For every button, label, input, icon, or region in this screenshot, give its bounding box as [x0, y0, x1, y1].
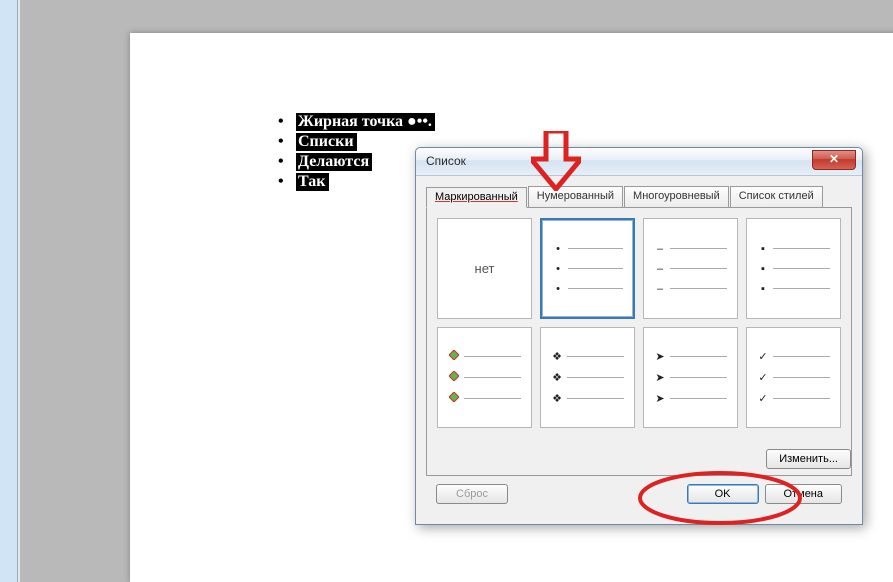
arrowhead-icon: ➤ [654, 350, 666, 363]
check-icon: ✓ [757, 350, 769, 363]
tab-list-styles[interactable]: Список стилей [730, 186, 823, 207]
reset-button[interactable]: Сброс [436, 484, 508, 504]
dialog-titlebar[interactable]: Список ✕ [416, 148, 862, 176]
close-icon: ✕ [829, 152, 839, 166]
dialog-button-row: Сброс OK Отмена [436, 484, 842, 504]
color-diamond-icon [448, 350, 460, 363]
bulleted-list[interactable]: Жирная точка ●••. Списки Делаются Так [278, 113, 435, 193]
modify-button[interactable]: Изменить... [766, 449, 851, 469]
bullet-option-disc[interactable]: • • • [540, 218, 635, 319]
dash-icon: – [654, 243, 666, 255]
list-item[interactable]: Списки [278, 133, 435, 151]
list-item[interactable]: Так [278, 173, 435, 191]
bullet-option-color-diamond[interactable] [437, 327, 532, 428]
ok-button[interactable]: OK [687, 484, 759, 504]
list-dialog: Список ✕ Маркированный Нумерованный Мног… [415, 147, 863, 525]
bullet-icon: • [552, 243, 564, 255]
cancel-button[interactable]: Отмена [765, 484, 842, 504]
bullet-option-dash[interactable]: – – – [643, 218, 738, 319]
list-item[interactable]: Делаются [278, 153, 435, 171]
annotation-arrow-icon [531, 131, 581, 191]
close-button[interactable]: ✕ [812, 150, 856, 170]
bullet-option-arrow[interactable]: ➤ ➤ ➤ [643, 327, 738, 428]
list-item-text: Списки [296, 133, 357, 151]
none-label: нет [475, 261, 495, 276]
square-icon: ▪ [757, 243, 769, 255]
diamond-icon: ❖ [551, 350, 563, 363]
bullet-option-diamond[interactable]: ❖ ❖ ❖ [540, 327, 635, 428]
dialog-tabs: Маркированный Нумерованный Многоуровневы… [426, 186, 852, 208]
bullet-option-none[interactable]: нет [437, 218, 532, 319]
list-item-text: Так [296, 173, 329, 191]
list-item-text: Делаются [296, 153, 372, 171]
list-item-text: Жирная точка ●••. [296, 113, 435, 131]
app-left-strip [0, 0, 18, 582]
bullet-option-check[interactable]: ✓ ✓ ✓ [746, 327, 841, 428]
dialog-title: Список [426, 154, 466, 168]
bullet-panel: нет • • • – – – ▪ ▪ ▪ [426, 208, 852, 476]
list-item[interactable]: Жирная точка ●••. [278, 113, 435, 131]
tab-bulleted[interactable]: Маркированный [426, 187, 527, 208]
bullet-option-square[interactable]: ▪ ▪ ▪ [746, 218, 841, 319]
bullet-grid: нет • • • – – – ▪ ▪ ▪ [437, 218, 841, 428]
tab-multilevel[interactable]: Многоуровневый [624, 186, 729, 207]
